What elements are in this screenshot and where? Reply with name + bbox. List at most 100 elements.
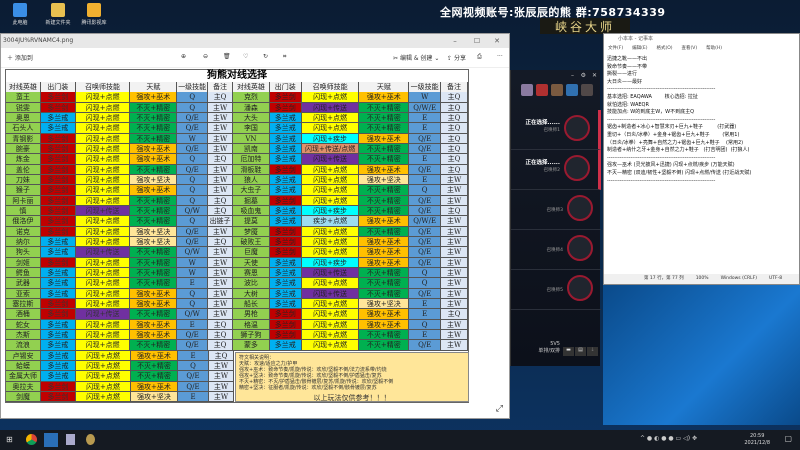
favorite-icon[interactable]: ♡	[243, 53, 248, 60]
print-icon[interactable]: ⎙	[477, 53, 482, 61]
zoom-out-icon[interactable]: ⊖	[203, 53, 208, 60]
hero-name: 奥恩	[6, 112, 41, 124]
summoner-spells: 闪现+点燃	[75, 236, 131, 248]
pick-status: 正在选择......	[525, 160, 560, 166]
talent: 不灭+精密	[359, 185, 410, 196]
hero-name: 阿卡丽	[6, 195, 41, 206]
champion-portrait[interactable]	[564, 155, 590, 181]
desktop-icon-this-pc[interactable]: 此电脑	[2, 3, 38, 26]
menu-item[interactable]: 帮助(H)	[706, 44, 722, 54]
champion-portrait[interactable]	[567, 275, 593, 301]
add-to-button[interactable]: ＋ 添加到	[7, 53, 33, 62]
starter-item: 多兰戒	[269, 340, 302, 351]
share-button[interactable]: ⇪ 分享	[447, 53, 466, 62]
window-title: 3004JU%RVNAMC4.png	[3, 37, 74, 44]
more-icon[interactable]: ···	[497, 53, 503, 60]
first-skill: Q/E	[409, 288, 442, 299]
close-button[interactable]: ✕	[487, 34, 507, 48]
desktop-icon-new-folder[interactable]: 新建文件夹	[40, 3, 76, 26]
header-row: 对线英雄 出门装 召唤师技能 天赋 一级技能 备注 对线英雄 出门装 召唤师技能 天赋 一级技能 备注	[6, 82, 468, 94]
talent: 不灭+精密	[359, 288, 410, 299]
menu-item[interactable]: 格式(O)	[656, 44, 672, 54]
crop-icon[interactable]: ⌗	[283, 53, 286, 61]
league-icon[interactable]	[86, 434, 95, 445]
talent: 强攻+坚决	[130, 236, 178, 248]
champion-portrait[interactable]	[564, 115, 590, 141]
date: 2021/12/8	[744, 440, 770, 446]
talent: 强攻+巫术	[359, 133, 410, 144]
menu-item[interactable]: 文件(F)	[608, 44, 623, 54]
hero-name: 男枪	[233, 309, 270, 320]
chat-button[interactable]: ▬	[563, 347, 574, 356]
clock[interactable]: 20:59 2021/12/8	[744, 433, 770, 447]
settings-icon[interactable]: ⚙	[581, 72, 586, 79]
hero-name: 刀妹	[6, 174, 41, 186]
maximize-button[interactable]: ☐	[467, 34, 487, 48]
note: 主Q	[441, 154, 468, 165]
champion-icon[interactable]	[536, 84, 548, 96]
hero-name: 金属大师	[6, 371, 41, 382]
champion-icon[interactable]	[551, 84, 563, 96]
talent: 强攻+巫术	[130, 319, 178, 330]
close-button[interactable]: ✕	[592, 72, 597, 79]
summoner-name: 召唤师2	[543, 168, 560, 173]
hero-name: 提莫	[233, 216, 270, 227]
fullscreen-icon[interactable]: ⤢	[496, 404, 503, 414]
notification-icon[interactable]: ▢	[784, 434, 792, 443]
champion-icon[interactable]	[566, 84, 578, 96]
note: 主W	[208, 247, 234, 258]
talent: 强攻+巫术	[130, 329, 178, 341]
menu-item[interactable]: 查看(V)	[682, 44, 698, 54]
notepad-text-area[interactable]: 迅捷之靴——不出 致命节奏——不带 撕裂——进行 大日炎——最好 -----------…	[604, 54, 799, 269]
text-line: 技能加点: W的到底主W，W不到底主Q	[607, 109, 695, 116]
champion-portrait[interactable]	[567, 195, 593, 221]
first-skill: Q	[177, 216, 209, 227]
notes-button[interactable]: ▤	[575, 347, 586, 356]
table-row: 流浪 多兰戒 闪现+点燃 不灭+精密 Q/E 主Q 蒙多 多兰戒 闪现+点燃 不灭+精密 Q/E 主W	[6, 340, 468, 351]
notes-box: 符文相关说明： 天赋：攻速/适应之力/护甲 强攻+巫术：致命节奏/凯旋/传说：欢欣/…	[235, 352, 469, 402]
table-row: 锐雯 多兰剑 闪现+点燃 不灭+精密 Q 主W 潘森 多兰剑 闪现+传送 不灭+精密 Q/W/E 主Q	[6, 102, 468, 113]
zoom-in-icon[interactable]: ⊕	[181, 53, 186, 60]
hero-name: 猴子	[6, 185, 41, 196]
first-skill: Q/E	[177, 236, 209, 248]
minimize-button[interactable]: –	[445, 34, 465, 48]
table-row: 俄洛伊 多兰剑 闪现+点燃 不灭+精密 Q 出链子 提莫 多兰戒 疾步+点燃 强攻+巫术 Q/W/E…	[6, 216, 468, 227]
starter-item: 多兰戒	[269, 123, 302, 134]
champion-portrait[interactable]	[567, 235, 593, 261]
menu-item[interactable]: 编辑(E)	[632, 44, 647, 54]
talent: 不灭+精密	[359, 154, 410, 165]
hero-name: 狗头	[6, 247, 41, 258]
table-row: 亚索 多兰戒 闪现+点燃 强攻+巫术 Q 主W 大树 多兰戒 闪现+传送 不灭+精密 Q/E 主W	[6, 288, 468, 299]
note: 主Q	[209, 350, 234, 361]
edit-create-button[interactable]: ✂ 编辑 & 创建 ⌄	[393, 53, 439, 62]
tray-icons[interactable]: ^ ● ◐ ● ● ▭ ◁) ✥	[640, 435, 697, 442]
mic-button[interactable]: ↓	[587, 347, 598, 356]
champion-icon[interactable]	[521, 84, 533, 96]
summoner-spells: 闪现+点燃	[301, 340, 360, 351]
first-skill: Q	[177, 102, 209, 113]
photos-icon[interactable]	[44, 433, 58, 447]
delete-icon[interactable]: 🗑	[223, 53, 231, 60]
summoner-spells: 闪现+点燃	[75, 195, 131, 206]
first-skill: E	[177, 319, 209, 330]
desktop-icon-video-library[interactable]: 腾讯影视库	[76, 3, 112, 26]
summoner-spells: 闪现+点燃	[75, 278, 131, 289]
start-icon[interactable]: ⊞	[6, 435, 13, 444]
time: 20:59	[749, 433, 765, 439]
note: 主W	[441, 329, 468, 341]
note: 主W	[208, 278, 234, 289]
note: 主W	[441, 298, 468, 310]
talent: 强攻+巫术	[130, 92, 178, 103]
notepad-taskbar-icon[interactable]	[66, 434, 75, 445]
rotate-icon[interactable]: ↻	[263, 53, 268, 60]
icon-label: 此电脑	[12, 20, 28, 26]
talent: 不灭+精密	[359, 205, 410, 217]
chrome-icon[interactable]	[26, 434, 37, 445]
first-skill: Q/W/E	[409, 216, 442, 227]
minimize-button[interactable]: –	[571, 72, 574, 79]
summoner-spells: 闪现+点燃	[75, 329, 131, 341]
talent: 不灭+精密	[359, 195, 410, 206]
champion-icon[interactable]	[581, 84, 593, 96]
hero-name: 大头	[233, 112, 270, 124]
talent: 不灭+精密	[131, 360, 178, 372]
